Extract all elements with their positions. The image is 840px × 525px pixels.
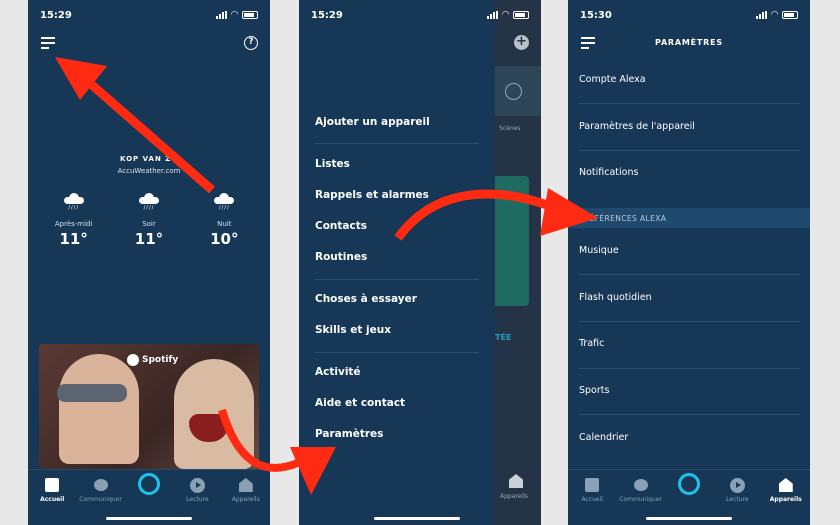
play-icon: [729, 477, 745, 493]
navigation-drawer: 15:29 ◠ Ajouter un appareil Listes Rappe…: [299, 0, 529, 525]
tab-bar: Accueil Communiquer Lecture Appareils: [568, 469, 810, 525]
divider: [315, 352, 479, 353]
alexa-icon: [677, 473, 700, 495]
weather-forecast[interactable]: //// Après-midi 11° //// Soir 11° //// N…: [28, 193, 270, 248]
settings-screen: 15:30 ◠ PARAMÈTRES Compte Alexa Paramètr…: [568, 0, 810, 525]
rain-cloud-icon: [138, 193, 159, 204]
wifi-icon: ◠: [771, 10, 778, 20]
settings-item-notifications[interactable]: Notifications: [579, 167, 638, 178]
menu-item-activity[interactable]: Activité: [315, 366, 361, 378]
alexa-icon: [137, 473, 160, 495]
home-screen: 15:29 ◠ ? KOP VAN ZU AccuWeather.com ///…: [28, 0, 270, 525]
status-time: 15:30: [580, 9, 612, 21]
rain-cloud-icon: [63, 193, 84, 204]
battery-icon: [242, 11, 258, 19]
tab-lecture[interactable]: Lecture: [173, 476, 221, 503]
divider: [579, 368, 800, 369]
menu-item-add-device[interactable]: Ajouter un appareil: [315, 116, 430, 128]
spotify-promo-card[interactable]: Spotify: [39, 344, 259, 469]
tab-bar: Accueil Communiquer Lecture Appareils: [28, 469, 270, 525]
divider: [579, 274, 800, 275]
status-time: 15:29: [311, 9, 343, 21]
menu-item-settings[interactable]: Paramètres: [315, 428, 383, 440]
tab-communiquer[interactable]: Communiquer: [617, 476, 665, 503]
drawer-screen: + Scènes TÉE Appareils 15:29 ◠ Ajouter u…: [299, 0, 541, 525]
devices-icon: [509, 474, 523, 488]
devices-icon: [238, 478, 253, 492]
settings-item-alexa-account[interactable]: Compte Alexa: [579, 74, 646, 85]
wifi-icon: ◠: [231, 10, 238, 20]
settings-item-traffic[interactable]: Trafic: [579, 338, 604, 349]
menu-item-lists[interactable]: Listes: [315, 158, 350, 170]
devices-icon: [778, 478, 793, 492]
hamburger-menu-icon[interactable]: [41, 37, 55, 49]
home-indicator[interactable]: [374, 517, 460, 520]
tab-accueil[interactable]: Accueil: [568, 476, 616, 503]
divider: [579, 150, 800, 151]
divider: [579, 321, 800, 322]
weather-location: KOP VAN ZU: [119, 155, 179, 163]
tab-alexa[interactable]: [125, 473, 173, 503]
tab-alexa[interactable]: [665, 473, 713, 503]
menu-item-routines[interactable]: Routines: [315, 251, 367, 263]
add-icon[interactable]: +: [514, 35, 529, 50]
divider: [579, 414, 800, 415]
status-time: 15:29: [40, 9, 72, 21]
battery-icon: [782, 11, 798, 19]
status-bar: 15:29 ◠: [311, 8, 529, 22]
home-indicator[interactable]: [646, 517, 732, 520]
forecast-item: //// Après-midi 11°: [39, 193, 109, 248]
signal-icon: [756, 11, 768, 19]
wifi-icon: ◠: [502, 10, 509, 20]
menu-item-reminders[interactable]: Rappels et alarmes: [315, 189, 429, 201]
tab-accueil[interactable]: Accueil: [28, 476, 76, 503]
settings-item-flash-briefing[interactable]: Flash quotidien: [579, 292, 652, 303]
home-indicator[interactable]: [106, 517, 192, 520]
signal-icon: [216, 11, 228, 19]
tab-appareils[interactable]: Appareils: [762, 476, 810, 503]
page-title: PARAMÈTRES: [655, 38, 723, 47]
menu-item-skills[interactable]: Skills et jeux: [315, 324, 391, 336]
section-header-alexa-preferences: PRÉFÉRENCES ALEXA: [568, 208, 810, 228]
signal-icon: [487, 11, 499, 19]
forecast-item: //// Soir 11°: [114, 193, 184, 248]
status-bar: 15:29 ◠: [40, 8, 258, 22]
settings-item-sports[interactable]: Sports: [579, 385, 609, 396]
forecast-item: //// Nuit 10°: [189, 193, 259, 248]
spotify-icon: [127, 354, 139, 366]
background-screen[interactable]: + Scènes TÉE Appareils: [495, 0, 541, 525]
scenes-icon: [505, 83, 522, 100]
chat-icon: [93, 479, 108, 491]
play-icon: [189, 477, 205, 493]
rain-cloud-icon: [214, 193, 235, 204]
home-icon: [45, 478, 60, 492]
menu-item-contacts[interactable]: Contacts: [315, 220, 367, 232]
tutorial-composite: 15:29 ◠ ? KOP VAN ZU AccuWeather.com ///…: [0, 0, 840, 525]
chat-icon: [633, 479, 648, 491]
divider: [579, 103, 800, 104]
settings-item-calendar[interactable]: Calendrier: [579, 432, 628, 443]
spotify-logo: Spotify: [127, 354, 178, 366]
menu-item-things-to-try[interactable]: Choses à essayer: [315, 293, 417, 305]
divider: [315, 143, 479, 144]
divider: [315, 279, 479, 280]
tab-appareils[interactable]: Appareils: [222, 476, 270, 503]
weather-source[interactable]: AccuWeather.com: [28, 167, 270, 175]
menu-item-help[interactable]: Aide et contact: [315, 397, 405, 409]
tab-communiquer[interactable]: Communiquer: [77, 476, 125, 503]
tab-lecture[interactable]: Lecture: [713, 476, 761, 503]
settings-item-music[interactable]: Musique: [579, 245, 619, 256]
battery-icon: [513, 11, 529, 19]
help-icon[interactable]: ?: [244, 36, 258, 50]
home-icon: [585, 478, 600, 492]
status-bar: 15:30 ◠: [580, 8, 798, 22]
settings-item-device-settings[interactable]: Paramètres de l'appareil: [579, 121, 695, 132]
